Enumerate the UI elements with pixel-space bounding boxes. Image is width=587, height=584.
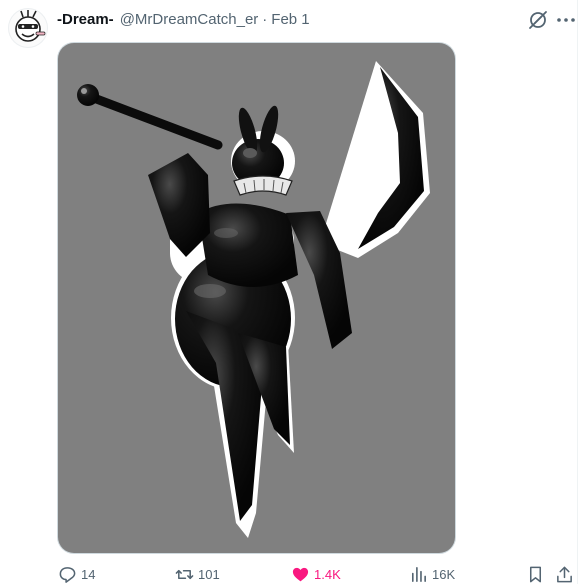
like-icon: [292, 567, 309, 581]
character-artwork: [77, 61, 430, 538]
separator-dot: ·: [262, 10, 268, 28]
share-button[interactable]: [555, 564, 574, 584]
repost-button[interactable]: 101: [175, 564, 220, 584]
display-name[interactable]: -Dream-: [57, 11, 114, 28]
bookmark-button[interactable]: [526, 564, 545, 584]
views-button[interactable]: 16K: [409, 564, 455, 584]
avatar[interactable]: [8, 8, 48, 48]
timeline-border: [577, 0, 578, 584]
views-icon: [411, 566, 426, 582]
bookmark-icon: [529, 566, 542, 582]
tweet-action-bar: 14 101 1.4K 16K: [58, 564, 577, 584]
view-count: 16K: [432, 566, 456, 582]
more-icon[interactable]: [555, 9, 577, 31]
reply-count: 14: [81, 566, 96, 582]
tweet-date[interactable]: Feb 1: [271, 11, 309, 28]
tweet-media-image[interactable]: [58, 43, 455, 553]
avatar-image: [15, 10, 46, 42]
grok-icon[interactable]: [527, 9, 549, 31]
repost-count: 101: [198, 566, 220, 582]
reply-icon: [59, 566, 76, 583]
like-count: 1.4K: [314, 566, 341, 582]
tweet-header: -Dream- @MrDreamCatch_er · Feb 1: [57, 8, 310, 30]
share-icon: [557, 566, 572, 582]
reply-button[interactable]: 14: [58, 564, 95, 584]
repost-icon: [175, 569, 194, 579]
tweet[interactable]: -Dream- @MrDreamCatch_er · Feb 1 14 101 …: [0, 0, 587, 584]
like-button[interactable]: 1.4K: [291, 564, 341, 584]
user-handle[interactable]: @MrDreamCatch_er: [120, 11, 259, 28]
